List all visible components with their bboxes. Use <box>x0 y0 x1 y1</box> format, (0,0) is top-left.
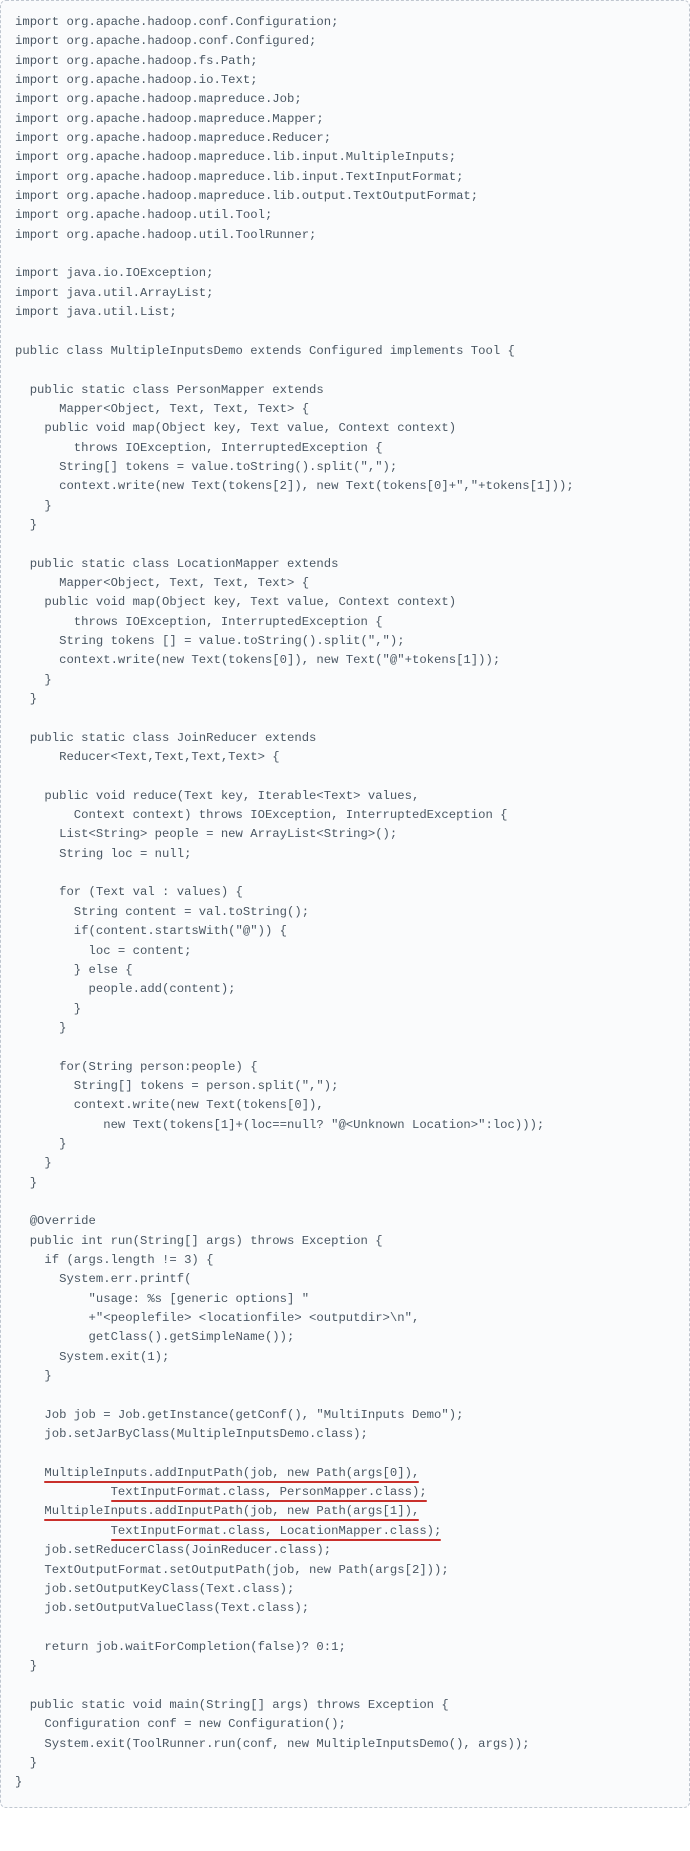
code-line: throws IOException, InterruptedException… <box>15 439 675 458</box>
code-line: MultipleInputs.addInputPath(job, new Pat… <box>15 1464 675 1483</box>
code-line: public void map(Object key, Text value, … <box>15 593 675 612</box>
code-line: } <box>15 1174 675 1193</box>
code-line <box>15 245 675 264</box>
code-line: } <box>15 1657 675 1676</box>
code-line <box>15 361 675 380</box>
code-line: } <box>15 690 675 709</box>
code-line: Context context) throws IOException, Int… <box>15 806 675 825</box>
code-line <box>15 535 675 554</box>
code-line: } <box>15 1000 675 1019</box>
code-line <box>15 767 675 786</box>
code-line: } <box>15 497 675 516</box>
code-line: System.exit(1); <box>15 1348 675 1367</box>
code-line: Reducer<Text,Text,Text,Text> { <box>15 748 675 767</box>
code-block: import org.apache.hadoop.conf.Configurat… <box>0 0 690 1808</box>
code-line: import org.apache.hadoop.fs.Path; <box>15 52 675 71</box>
code-line: } <box>15 1135 675 1154</box>
code-line: context.write(new Text(tokens[0]), <box>15 1096 675 1115</box>
code-line: import org.apache.hadoop.mapreduce.Mappe… <box>15 110 675 129</box>
code-line: import org.apache.hadoop.util.ToolRunner… <box>15 226 675 245</box>
code-line <box>15 864 675 883</box>
code-line: Configuration conf = new Configuration()… <box>15 1715 675 1734</box>
code-line <box>15 1193 675 1212</box>
code-line: if (args.length != 3) { <box>15 1251 675 1270</box>
code-line: import org.apache.hadoop.mapreduce.lib.o… <box>15 187 675 206</box>
code-line <box>15 1677 675 1696</box>
code-line: +"<peoplefile> <locationfile> <outputdir… <box>15 1309 675 1328</box>
code-line: public static void main(String[] args) t… <box>15 1696 675 1715</box>
code-line: String tokens [] = value.toString().spli… <box>15 632 675 651</box>
code-line: new Text(tokens[1]+(loc==null? "@<Unknow… <box>15 1116 675 1135</box>
code-line: public class MultipleInputsDemo extends … <box>15 342 675 361</box>
code-line: people.add(content); <box>15 980 675 999</box>
highlighted-code: TextInputFormat.class, PersonMapper.clas… <box>111 1485 427 1499</box>
code-line <box>15 1444 675 1463</box>
code-line: public int run(String[] args) throws Exc… <box>15 1232 675 1251</box>
code-line: } else { <box>15 961 675 980</box>
code-line: MultipleInputs.addInputPath(job, new Pat… <box>15 1502 675 1521</box>
code-line: loc = content; <box>15 942 675 961</box>
code-line: job.setJarByClass(MultipleInputsDemo.cla… <box>15 1425 675 1444</box>
code-line: Job job = Job.getInstance(getConf(), "Mu… <box>15 1406 675 1425</box>
code-line: for (Text val : values) { <box>15 883 675 902</box>
highlighted-code: MultipleInputs.addInputPath(job, new Pat… <box>44 1466 419 1480</box>
code-line: String[] tokens = value.toString().split… <box>15 458 675 477</box>
code-line: public void map(Object key, Text value, … <box>15 419 675 438</box>
code-line: job.setOutputKeyClass(Text.class); <box>15 1580 675 1599</box>
code-line <box>15 709 675 728</box>
code-line <box>15 1619 675 1638</box>
code-line: } <box>15 671 675 690</box>
code-line: public static class JoinReducer extends <box>15 729 675 748</box>
code-line <box>15 1386 675 1405</box>
code-line: context.write(new Text(tokens[2]), new T… <box>15 477 675 496</box>
code-line: import org.apache.hadoop.mapreduce.lib.i… <box>15 168 675 187</box>
code-line: job.setReducerClass(JoinReducer.class); <box>15 1541 675 1560</box>
highlighted-code: MultipleInputs.addInputPath(job, new Pat… <box>44 1504 419 1518</box>
highlighted-code: TextInputFormat.class, LocationMapper.cl… <box>111 1524 442 1538</box>
code-line: import org.apache.hadoop.mapreduce.Job; <box>15 90 675 109</box>
code-line: import java.io.IOException; <box>15 264 675 283</box>
code-line: TextOutputFormat.setOutputPath(job, new … <box>15 1561 675 1580</box>
code-line: System.err.printf( <box>15 1270 675 1289</box>
code-line: TextInputFormat.class, PersonMapper.clas… <box>15 1483 675 1502</box>
code-line: } <box>15 1773 675 1792</box>
code-line: import java.util.List; <box>15 303 675 322</box>
code-line: TextInputFormat.class, LocationMapper.cl… <box>15 1522 675 1541</box>
code-line: import org.apache.hadoop.conf.Configured… <box>15 32 675 51</box>
code-line: } <box>15 1154 675 1173</box>
code-line: import org.apache.hadoop.mapreduce.lib.i… <box>15 148 675 167</box>
code-line: public static class LocationMapper exten… <box>15 555 675 574</box>
code-line: getClass().getSimpleName()); <box>15 1328 675 1347</box>
code-line: String loc = null; <box>15 845 675 864</box>
code-line: for(String person:people) { <box>15 1058 675 1077</box>
code-line: import java.util.ArrayList; <box>15 284 675 303</box>
code-line: throws IOException, InterruptedException… <box>15 613 675 632</box>
code-line: job.setOutputValueClass(Text.class); <box>15 1599 675 1618</box>
code-line: Mapper<Object, Text, Text, Text> { <box>15 574 675 593</box>
code-line: import org.apache.hadoop.mapreduce.Reduc… <box>15 129 675 148</box>
code-line: List<String> people = new ArrayList<Stri… <box>15 825 675 844</box>
code-line: public void reduce(Text key, Iterable<Te… <box>15 787 675 806</box>
code-line: import org.apache.hadoop.io.Text; <box>15 71 675 90</box>
code-line: } <box>15 1367 675 1386</box>
code-line: } <box>15 1019 675 1038</box>
code-line: "usage: %s [generic options] " <box>15 1290 675 1309</box>
code-line: context.write(new Text(tokens[0]), new T… <box>15 651 675 670</box>
code-line: } <box>15 1754 675 1773</box>
code-line: if(content.startsWith("@")) { <box>15 922 675 941</box>
code-line: Mapper<Object, Text, Text, Text> { <box>15 400 675 419</box>
code-line: System.exit(ToolRunner.run(conf, new Mul… <box>15 1735 675 1754</box>
code-line: return job.waitForCompletion(false)? 0:1… <box>15 1638 675 1657</box>
code-line: String content = val.toString(); <box>15 903 675 922</box>
code-line: import org.apache.hadoop.conf.Configurat… <box>15 13 675 32</box>
code-line: } <box>15 516 675 535</box>
code-line <box>15 1038 675 1057</box>
code-line: public static class PersonMapper extends <box>15 381 675 400</box>
code-line: import org.apache.hadoop.util.Tool; <box>15 206 675 225</box>
code-line <box>15 323 675 342</box>
code-line: @Override <box>15 1212 675 1231</box>
code-line: String[] tokens = person.split(","); <box>15 1077 675 1096</box>
